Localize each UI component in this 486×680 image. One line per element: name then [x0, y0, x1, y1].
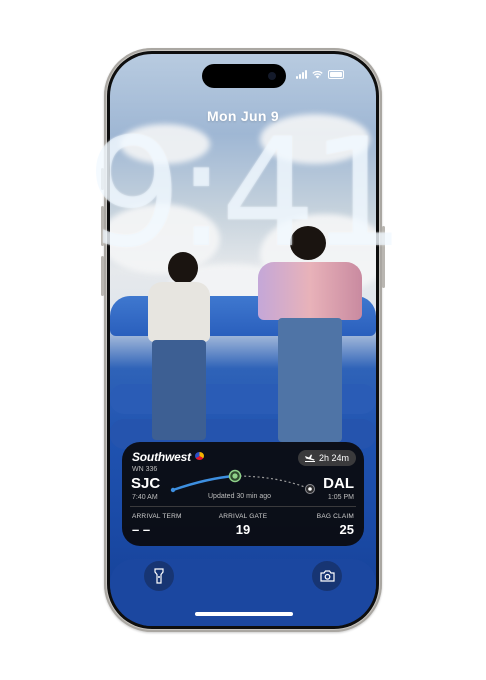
bag-claim-value: 25: [339, 522, 354, 537]
origin-dot: [170, 487, 176, 493]
home-indicator[interactable]: [195, 612, 293, 616]
dynamic-island: [202, 64, 286, 88]
lock-screen-time: 9:41: [86, 107, 406, 281]
camera-button[interactable]: [312, 561, 342, 591]
flight-live-activity[interactable]: Southwest 2h 24m WN 336 SJC DAL 7:40 AM …: [122, 442, 364, 546]
flight-route-progress: [170, 469, 315, 494]
bag-claim-label: BAG CLAIM: [316, 513, 354, 520]
front-camera: [268, 72, 276, 80]
departure-time: 7:40 AM: [132, 494, 158, 501]
status-bar: [296, 70, 344, 79]
flashlight-icon: [154, 568, 164, 584]
origin-airport: SJC: [131, 475, 161, 492]
arrival-gate-value: 19: [235, 522, 251, 537]
camera-icon: [319, 570, 335, 582]
destination-airport: DAL: [323, 475, 354, 492]
plane-landing-icon: [304, 454, 315, 462]
flight-duration: 2h 24m: [318, 453, 349, 463]
cellular-signal-icon: [296, 70, 307, 79]
wifi-icon: [312, 70, 323, 79]
airline-name: Southwest: [132, 450, 191, 464]
last-updated: Updated 30 min ago: [208, 493, 272, 500]
battery-icon: [328, 70, 344, 79]
arrival-time: 1:05 PM: [327, 494, 354, 501]
airline-logo-icon: [195, 452, 204, 460]
flight-duration-badge: 2h 24m: [297, 450, 356, 466]
flashlight-button[interactable]: [144, 561, 174, 591]
widget-divider: [130, 506, 356, 507]
flight-number: WN 336: [132, 466, 158, 473]
